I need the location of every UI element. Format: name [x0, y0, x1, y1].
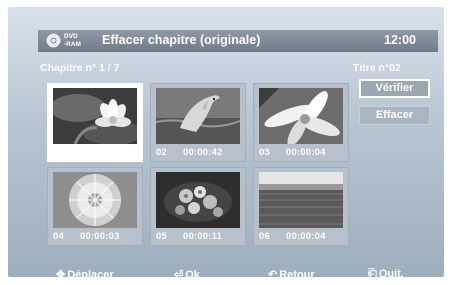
footer-move: ✥ Déplacer: [56, 268, 114, 277]
chapter-time: 00:00:03: [80, 146, 121, 157]
chapter-time: 00:00:04: [285, 147, 326, 158]
dvd-badge-line2: -RAM: [64, 40, 81, 48]
exit-door-icon: ⎗: [368, 268, 377, 277]
chapter-caption: 02 00:00:42: [156, 147, 223, 158]
chapter-number: 01: [54, 146, 65, 157]
footer-nav: ✥ Déplacer ⏎ Ok ↶ Retour ⎗ Quit.: [8, 260, 444, 277]
chapter-number: 04: [53, 231, 64, 242]
field-icon: [259, 172, 343, 228]
page-title: Effacer chapitre (originale): [102, 33, 261, 47]
chapter-caption: 03 00:00:04: [259, 147, 326, 158]
chapter-number: 03: [259, 147, 270, 158]
chapter-time: 00:00:42: [182, 147, 223, 158]
flower-icon: [53, 88, 137, 144]
chapter-number: 02: [156, 147, 167, 158]
clock: 12:00: [384, 33, 416, 47]
footer-back-label: Retour: [279, 269, 315, 277]
chapter-time: 00:00:11: [182, 231, 223, 242]
move-arrows-icon: ✥: [56, 269, 66, 277]
blossoms-icon: [156, 172, 240, 228]
chapter-time: 00:00:04: [285, 231, 326, 242]
chapter-caption: 06 00:00:04: [259, 231, 326, 242]
chapter-grid: 01 00:00:03 02 00:00:42 03 00:00:04 04 0…: [47, 83, 349, 251]
footer-back: ↶ Retour: [268, 268, 315, 277]
lily-icon: [259, 88, 343, 144]
dvd-ram-badge: DVD -RAM: [64, 33, 90, 49]
chapter-tile-01[interactable]: 01 00:00:03: [47, 83, 143, 162]
footer-ok-label: Ok: [185, 269, 200, 277]
chapter-tile-06[interactable]: 06 00:00:04: [253, 167, 349, 246]
dandelion-icon: [53, 172, 137, 228]
erase-button[interactable]: Effacer: [359, 106, 430, 125]
title-bar: DVD -RAM Effacer chapitre (originale) 12…: [38, 30, 438, 52]
chapter-tile-02[interactable]: 02 00:00:42: [150, 83, 246, 162]
dolphin-icon: [156, 88, 240, 144]
enter-icon: ⏎: [174, 269, 184, 277]
footer-move-label: Déplacer: [67, 269, 114, 277]
chapter-tile-04[interactable]: 04 00:00:03: [47, 167, 143, 246]
chapter-tile-03[interactable]: 03 00:00:04: [253, 83, 349, 162]
footer-ok: ⏎ Ok: [174, 268, 200, 277]
chapter-counter: Chapitre n° 1 / 7: [40, 62, 120, 74]
dvd-menu-screen: DVD -RAM Effacer chapitre (originale) 12…: [8, 7, 444, 277]
disc-icon: [46, 33, 61, 48]
chapter-caption: 04 00:00:03: [53, 231, 120, 242]
return-arrow-icon: ↶: [268, 269, 278, 277]
chapter-tile-05[interactable]: 05 00:00:11: [150, 167, 246, 246]
dvd-badge-line1: DVD: [64, 33, 78, 40]
chapter-number: 05: [156, 231, 167, 242]
chapter-caption: 01 00:00:03: [54, 146, 121, 157]
verify-button[interactable]: Vérifier: [359, 79, 430, 98]
title-number: Titre n°02: [353, 62, 401, 74]
footer-quit-label: Quit.: [378, 268, 404, 277]
footer-quit: ⎗ Quit.: [368, 268, 404, 277]
chapter-caption: 05 00:00:11: [156, 231, 222, 242]
chapter-time: 00:00:03: [79, 231, 120, 242]
chapter-number: 06: [259, 231, 270, 242]
